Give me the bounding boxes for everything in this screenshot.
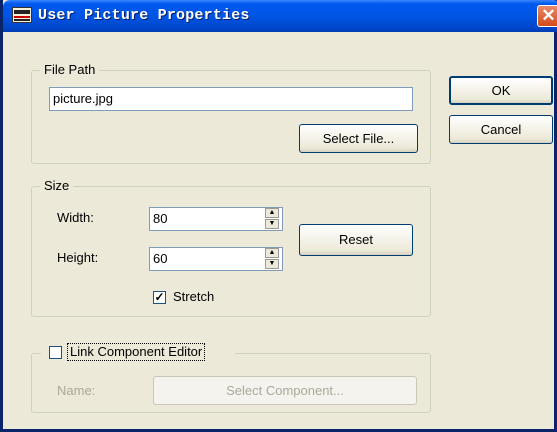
spin-down-icon[interactable]: ▼ [265, 259, 279, 269]
dialog-window: User Picture Properties ✕ File Path pict… [0, 0, 557, 432]
ok-button[interactable]: OK [449, 76, 553, 105]
width-spinner[interactable]: ▲ ▼ [265, 208, 279, 230]
spin-up-icon[interactable]: ▲ [265, 248, 279, 258]
component-name-label: Name: [57, 383, 96, 398]
size-legend: Size [40, 178, 74, 194]
height-label: Height: [57, 250, 99, 265]
select-file-button[interactable]: Select File... [299, 124, 418, 153]
stretch-label: Stretch [173, 289, 215, 304]
file-path-legend: File Path [40, 62, 100, 78]
spin-down-icon[interactable]: ▼ [265, 219, 279, 229]
spin-up-icon[interactable]: ▲ [265, 208, 279, 218]
link-component-legend[interactable]: Link Component Editor [67, 343, 206, 361]
app-icon [12, 7, 32, 23]
file-path-input[interactable]: picture.jpg [49, 87, 413, 111]
close-button[interactable]: ✕ [537, 5, 557, 27]
height-input[interactable]: 60 [149, 247, 283, 271]
cancel-button[interactable]: Cancel [449, 115, 553, 144]
title-bar[interactable]: User Picture Properties ✕ [3, 0, 557, 32]
width-label: Width: [57, 210, 94, 225]
window-title: User Picture Properties [38, 7, 250, 24]
reset-button[interactable]: Reset [299, 224, 413, 256]
width-input[interactable]: 80 [149, 207, 283, 231]
link-component-checkbox[interactable] [49, 346, 62, 359]
select-component-button: Select Component... [153, 376, 417, 405]
stretch-checkbox[interactable]: ✓ [153, 291, 166, 304]
height-spinner[interactable]: ▲ ▼ [265, 248, 279, 270]
